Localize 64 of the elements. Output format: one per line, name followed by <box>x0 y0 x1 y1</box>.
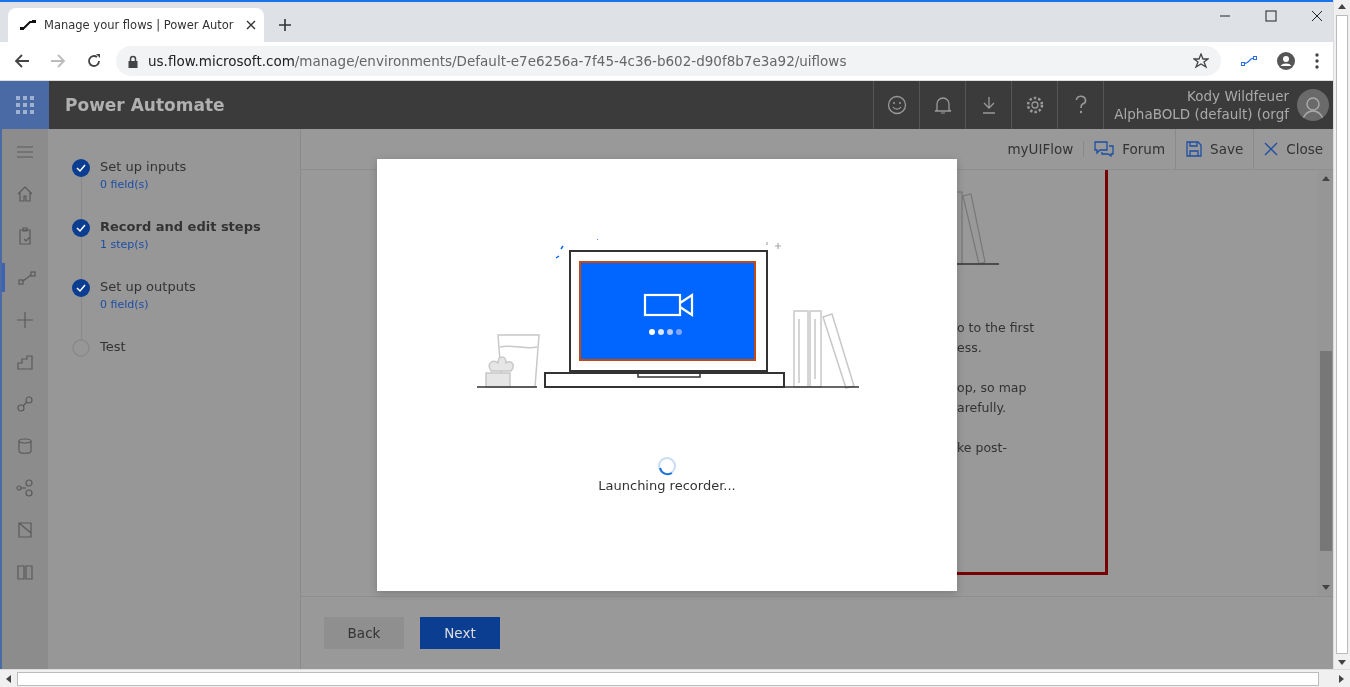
app-launcher-button[interactable] <box>0 81 49 129</box>
star-icon[interactable] <box>1193 53 1209 69</box>
scrollbar-thumb[interactable] <box>17 671 1319 686</box>
step-detail: 0 field(s) <box>100 178 150 191</box>
user-name: Kody Wildfeuer <box>1187 88 1289 104</box>
scrollbar-thumb[interactable] <box>1336 15 1348 654</box>
close-icon[interactable] <box>246 20 256 30</box>
description-text: ess. <box>957 339 983 357</box>
loading-spinner-icon <box>657 456 677 476</box>
step-title[interactable]: Test <box>100 339 126 354</box>
page-icon <box>16 520 34 539</box>
nodes-icon <box>16 478 34 497</box>
app-grid-icon <box>15 96 34 114</box>
description-text: o to the first <box>957 319 1036 337</box>
description-text: op, so map <box>957 379 1028 397</box>
step-title[interactable]: Set up inputs <box>100 159 187 174</box>
next-button[interactable]: Next <box>420 617 500 649</box>
step-detail: 1 step(s) <box>100 238 150 251</box>
flow-icon <box>20 19 36 31</box>
close-icon <box>1264 142 1279 156</box>
connector-icon <box>16 394 34 413</box>
account-icon[interactable] <box>1277 52 1295 70</box>
stairs-icon <box>16 352 34 371</box>
video-camera-icon <box>643 292 694 318</box>
save-button[interactable]: Save <box>1175 129 1254 169</box>
plus-icon <box>16 310 34 329</box>
tab-title: Manage your flows | Power Autor <box>44 18 235 32</box>
database-icon <box>16 436 34 455</box>
reload-icon[interactable] <box>86 53 102 69</box>
description-text: ke post- <box>957 439 1008 457</box>
forum-button[interactable]: Forum <box>1084 129 1176 169</box>
scroll-right-icon[interactable] <box>1339 674 1344 683</box>
description-text: arefully. <box>957 399 1008 417</box>
loading-dots-icon <box>649 329 682 335</box>
chat-icon <box>1094 141 1115 157</box>
maximize-icon[interactable] <box>1265 10 1277 22</box>
step-title[interactable]: Record and edit steps <box>100 219 261 234</box>
more-options-icon[interactable] <box>1315 53 1319 69</box>
flow-icon[interactable] <box>1241 55 1257 67</box>
clipboard-icon <box>16 226 34 245</box>
step-title[interactable]: Set up outputs <box>100 279 196 294</box>
scroll-left-icon[interactable] <box>6 674 11 683</box>
close-icon[interactable] <box>1311 10 1323 22</box>
lock-icon <box>128 54 138 68</box>
scrollbar-thumb[interactable] <box>1319 351 1332 551</box>
avatar-icon[interactable] <box>1297 89 1329 121</box>
flow-name: myUIFlow <box>997 141 1085 157</box>
back-arrow-icon[interactable] <box>14 53 30 69</box>
browser-tab[interactable]: Manage your flows | Power Autor <box>8 8 264 42</box>
home-icon <box>16 184 34 203</box>
book-icon <box>16 562 34 581</box>
plant-glass-drawing <box>476 334 540 388</box>
step-detail: 0 field(s) <box>100 298 150 311</box>
address-bar[interactable]: us.flow.microsoft.com/manage/environments/Default-e7e6256a-7f45-4c36-b602-d90f8b7e3a92/uiflows <box>116 46 1221 76</box>
scroll-up-icon[interactable] <box>1338 4 1346 9</box>
save-icon <box>1186 141 1203 157</box>
flow-icon <box>17 268 36 287</box>
app-name: Power Automate <box>65 95 225 115</box>
new-tab-icon[interactable] <box>278 18 292 32</box>
back-button[interactable]: Back <box>324 617 404 649</box>
status-text: Launching recorder... <box>598 478 736 493</box>
scroll-down-icon[interactable] <box>1338 660 1346 665</box>
forward-arrow-icon[interactable] <box>50 53 66 69</box>
environment-name: AlphaBOLD (default) (orgf <box>1114 106 1289 122</box>
